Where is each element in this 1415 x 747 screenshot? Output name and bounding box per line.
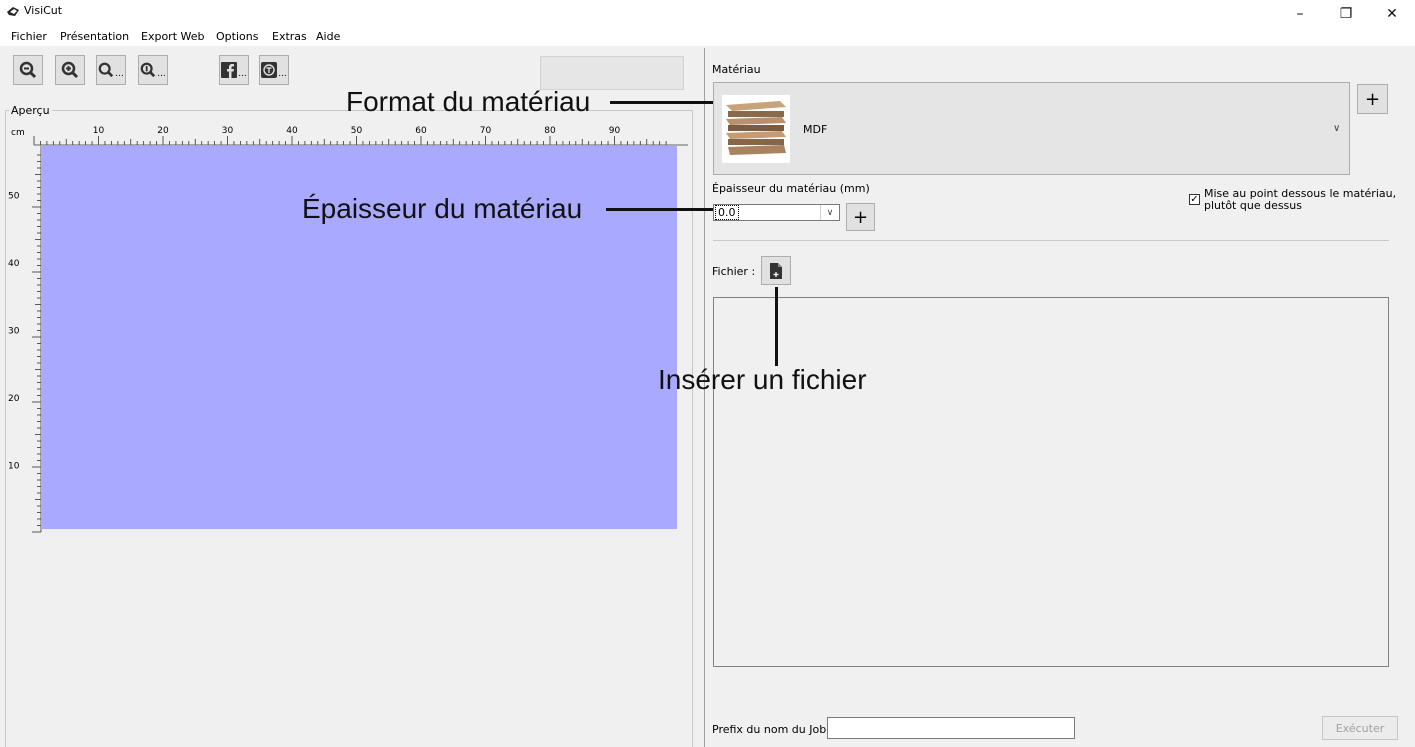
title-bar — [0, 0, 1415, 28]
thickness-combobox[interactable]: 0.0 ∨ — [713, 204, 840, 221]
material-selected-value: MDF — [803, 123, 828, 136]
ruler-x-label: 30 — [222, 126, 234, 136]
thickness-label: Épaisseur du matériau (mm) — [712, 182, 870, 195]
ruler-x-label: 60 — [415, 126, 427, 136]
status-field — [540, 56, 684, 90]
ruler-y-label: 20 — [8, 394, 20, 404]
window-title: VisiCut — [24, 4, 63, 17]
annotation-material-thickness: Épaisseur du matériau — [302, 193, 583, 224]
ruler-x-label: 10 — [93, 126, 105, 136]
ruler-y-label: 10 — [8, 462, 20, 472]
annotation-material-format: Format du matériau — [346, 86, 591, 117]
menu-bar: Fichier Présentation Export Web Options … — [0, 28, 1415, 46]
execute-button[interactable]: Exécuter — [1322, 716, 1398, 740]
zoom-fit-button[interactable]: ... — [96, 55, 126, 85]
focus-below-label[interactable]: Mise au point dessous le matériau, plutô… — [1204, 188, 1404, 212]
facebook-icon — [221, 62, 238, 78]
ellipsis-label: ... — [238, 69, 247, 79]
visicut-logo-icon — [7, 7, 19, 16]
minimize-button[interactable]: – — [1277, 0, 1323, 28]
menu-fichier[interactable]: Fichier — [11, 30, 47, 43]
ellipsis-label: ... — [278, 69, 287, 79]
chevron-down-icon[interactable]: ∨ — [820, 205, 839, 220]
ruler-x-label: 90 — [609, 126, 621, 136]
job-prefix-label: Prefix du nom du Job: — [712, 723, 830, 736]
ruler-x-label: 80 — [544, 126, 556, 136]
ruler-y-label: 40 — [8, 259, 20, 269]
minimize-icon: – — [1296, 6, 1304, 22]
ruler-y-label: 50 — [8, 192, 20, 202]
zoom-in-button[interactable] — [55, 55, 85, 85]
material-label: Matériau — [712, 63, 761, 76]
close-icon: ✕ — [1386, 6, 1398, 22]
ruler-unit-label: cm — [11, 128, 25, 138]
zoom-fit-icon — [98, 62, 114, 78]
ellipsis-label: ... — [115, 69, 124, 79]
thickness-value: 0.0 — [715, 205, 739, 220]
vertical-ruler: 50 40 30 20 10 — [8, 146, 42, 533]
zoom-out-button[interactable] — [13, 55, 43, 85]
horizontal-ruler: cm 10 20 30 40 50 60 70 80 90 — [11, 126, 688, 146]
ruler-x-label: 40 — [286, 126, 298, 136]
annotation-line — [610, 101, 713, 104]
thingiverse-icon — [261, 62, 278, 78]
ruler-x-label: 70 — [480, 126, 492, 136]
preview-label: Aperçu — [9, 104, 52, 117]
restore-icon: ❐ — [1339, 6, 1353, 22]
add-file-icon — [770, 262, 782, 279]
ellipsis-label: ... — [157, 69, 166, 79]
file-list[interactable] — [713, 297, 1389, 667]
insert-file-button[interactable] — [761, 256, 791, 285]
restore-button[interactable]: ❐ — [1323, 0, 1369, 28]
divider — [713, 240, 1389, 241]
facebook-share-button[interactable]: ... — [219, 55, 249, 85]
zoom-actual-icon — [140, 62, 156, 78]
zoom-actual-button[interactable]: ... — [138, 55, 168, 85]
add-thickness-button[interactable]: + — [846, 203, 875, 231]
ruler-x-label: 50 — [351, 126, 363, 136]
focus-below-checkbox[interactable]: ✓ — [1189, 194, 1200, 205]
annotation-insert-file: Insérer un fichier — [658, 364, 867, 395]
ruler-y-label: 30 — [8, 327, 20, 337]
menu-options[interactable]: Options — [216, 30, 258, 43]
zoom-out-icon — [19, 61, 37, 79]
add-material-button[interactable]: + — [1357, 84, 1388, 114]
ruler-x-label: 20 — [157, 126, 169, 136]
annotation-line — [606, 208, 713, 211]
zoom-in-icon — [61, 61, 79, 79]
menu-aide[interactable]: Aide — [316, 30, 340, 43]
file-label: Fichier : — [712, 265, 756, 278]
menu-extras[interactable]: Extras — [272, 30, 307, 43]
mdf-material-thumbnail — [722, 95, 790, 163]
thingiverse-share-button[interactable]: ... — [259, 55, 289, 85]
annotation-line — [775, 287, 778, 366]
chevron-down-icon: ∨ — [1333, 123, 1341, 134]
menu-export-web[interactable]: Export Web — [141, 30, 205, 43]
job-prefix-input[interactable] — [827, 717, 1075, 739]
close-button[interactable]: ✕ — [1369, 0, 1415, 28]
menu-presentation[interactable]: Présentation — [60, 30, 129, 43]
